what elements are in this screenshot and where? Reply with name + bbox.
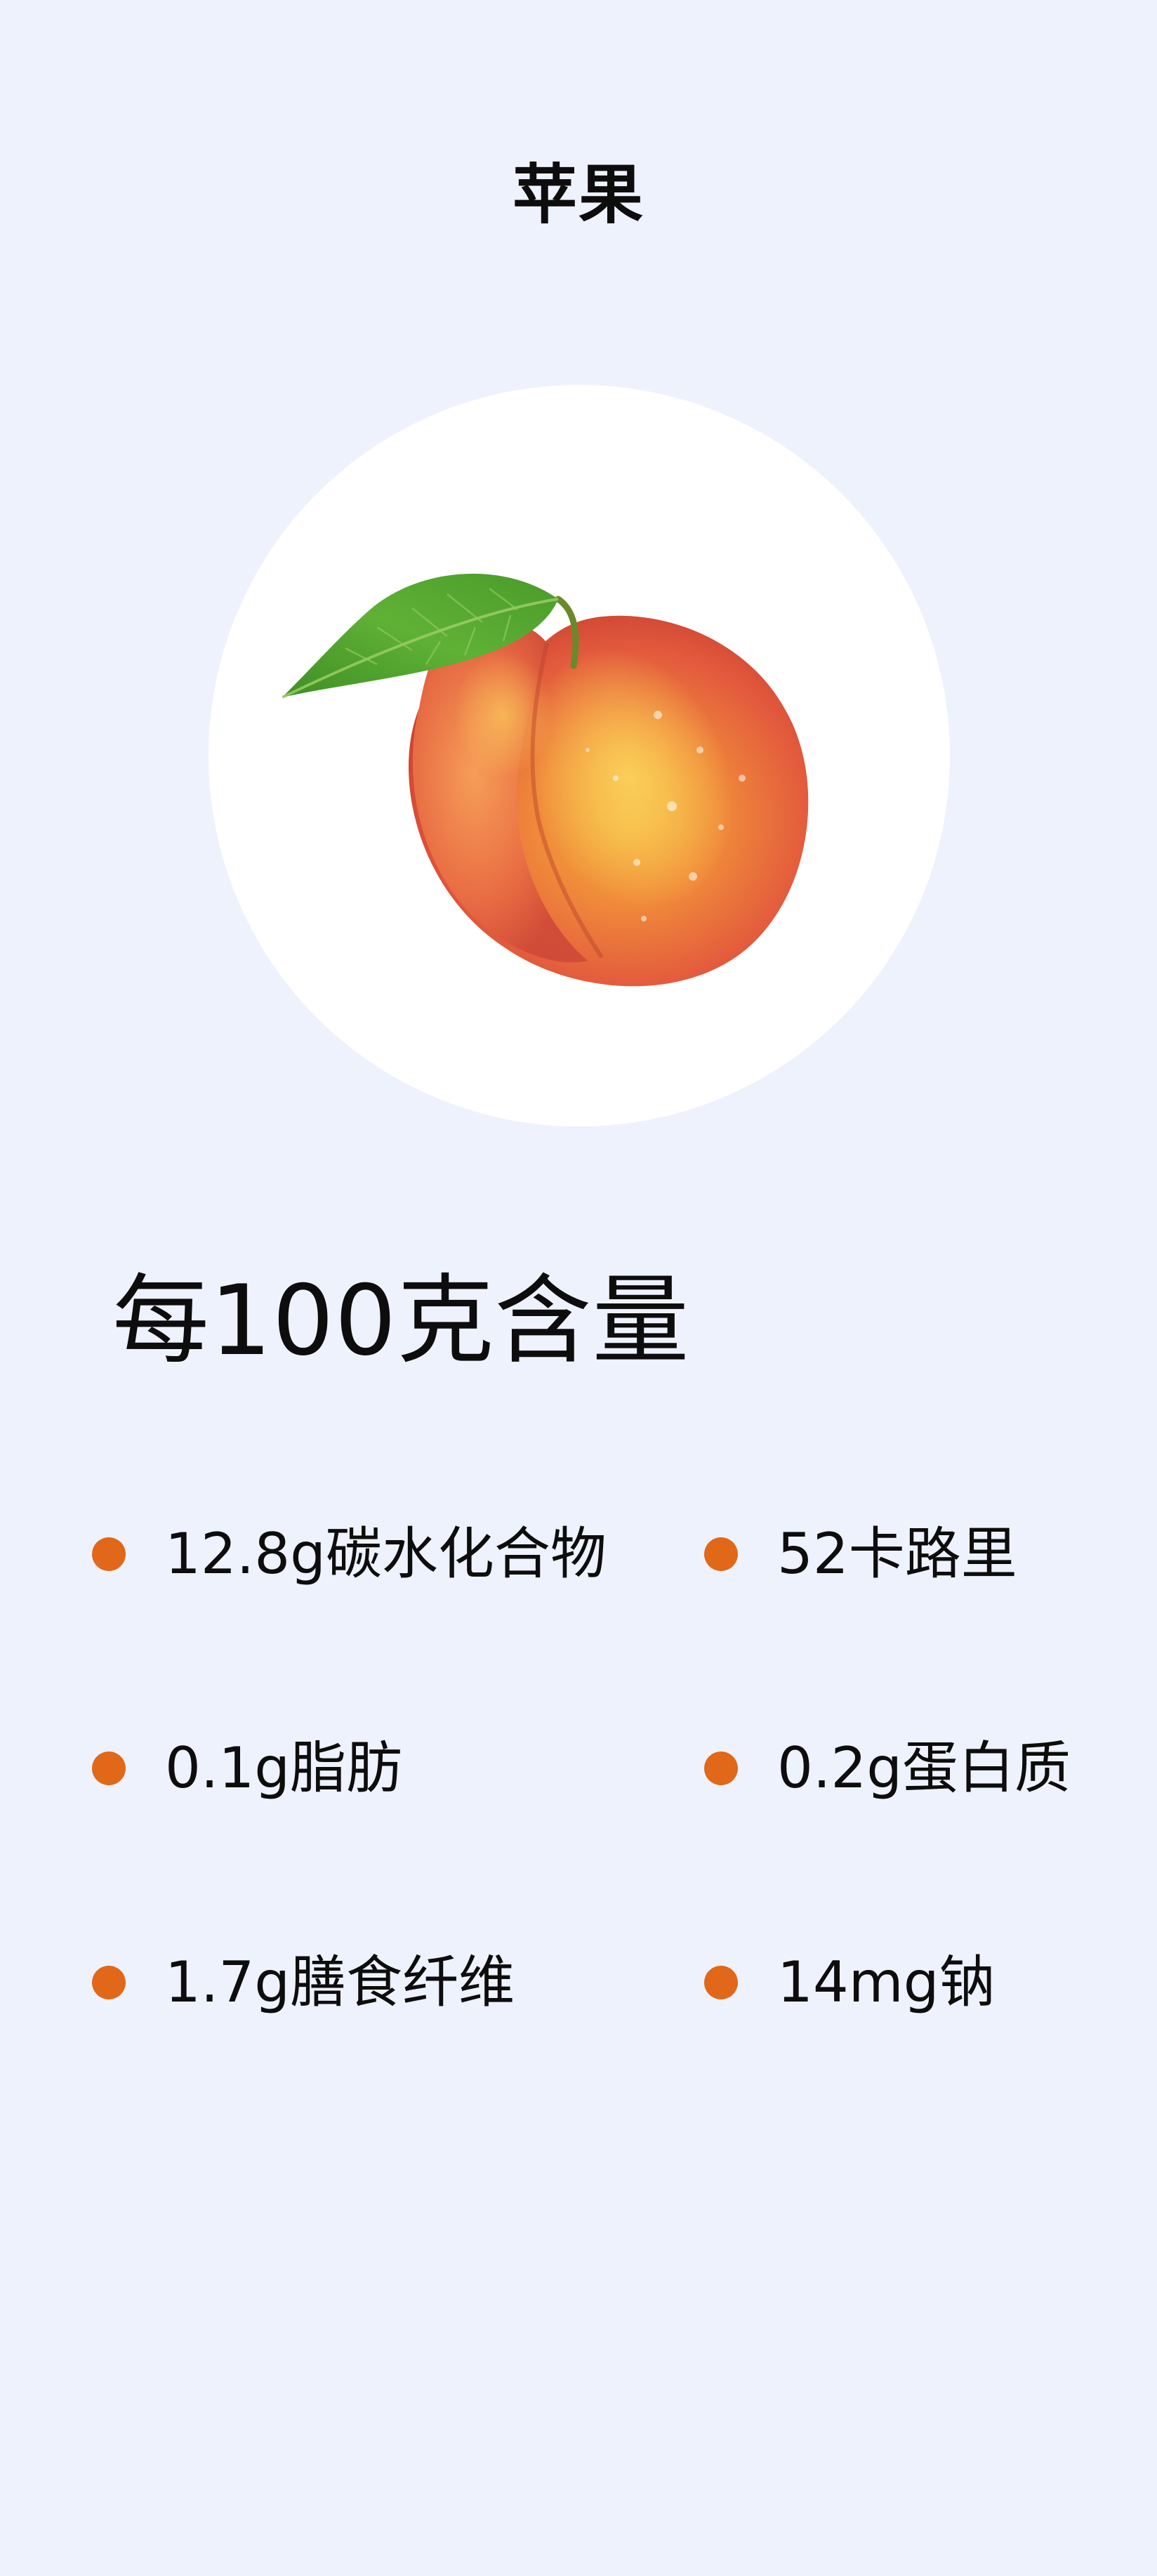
nutrient-label: 12.8g碳水化合物 (165, 1521, 607, 1586)
nutrient-item-sodium: 14mg钠 (704, 1947, 996, 2018)
page-title: 苹果 (512, 157, 644, 232)
bullet-dot (704, 1966, 738, 1999)
nutrient-item-calories: 52卡路里 (704, 1519, 1017, 1589)
fruit-image-circle (209, 385, 950, 1126)
nutrient-label: 52卡路里 (777, 1521, 1017, 1586)
nutrient-label: 14mg钠 (777, 1950, 996, 2015)
bullet-dot (92, 1537, 126, 1571)
nutrient-item-protein: 0.2g蛋白质 (704, 1733, 1071, 1803)
nutrient-item-carbohydrate: 12.8g碳水化合物 (92, 1519, 607, 1589)
peach-with-leaf-image (282, 573, 809, 987)
nutrition-heading: 每100克含量 (112, 1264, 690, 1377)
nutrient-item-fat: 0.1g脂肪 (92, 1733, 402, 1803)
bullet-dot (92, 1752, 126, 1785)
nutrient-label: 0.1g脂肪 (165, 1735, 403, 1801)
bullet-dot (704, 1537, 738, 1571)
nutrient-item-fiber: 1.7g膳食纤维 (92, 1947, 515, 2018)
bullet-dot (704, 1752, 738, 1785)
nutrient-label: 0.2g蛋白质 (777, 1735, 1071, 1801)
bullet-dot (92, 1966, 126, 1999)
nutrient-label: 1.7g膳食纤维 (165, 1950, 515, 2015)
